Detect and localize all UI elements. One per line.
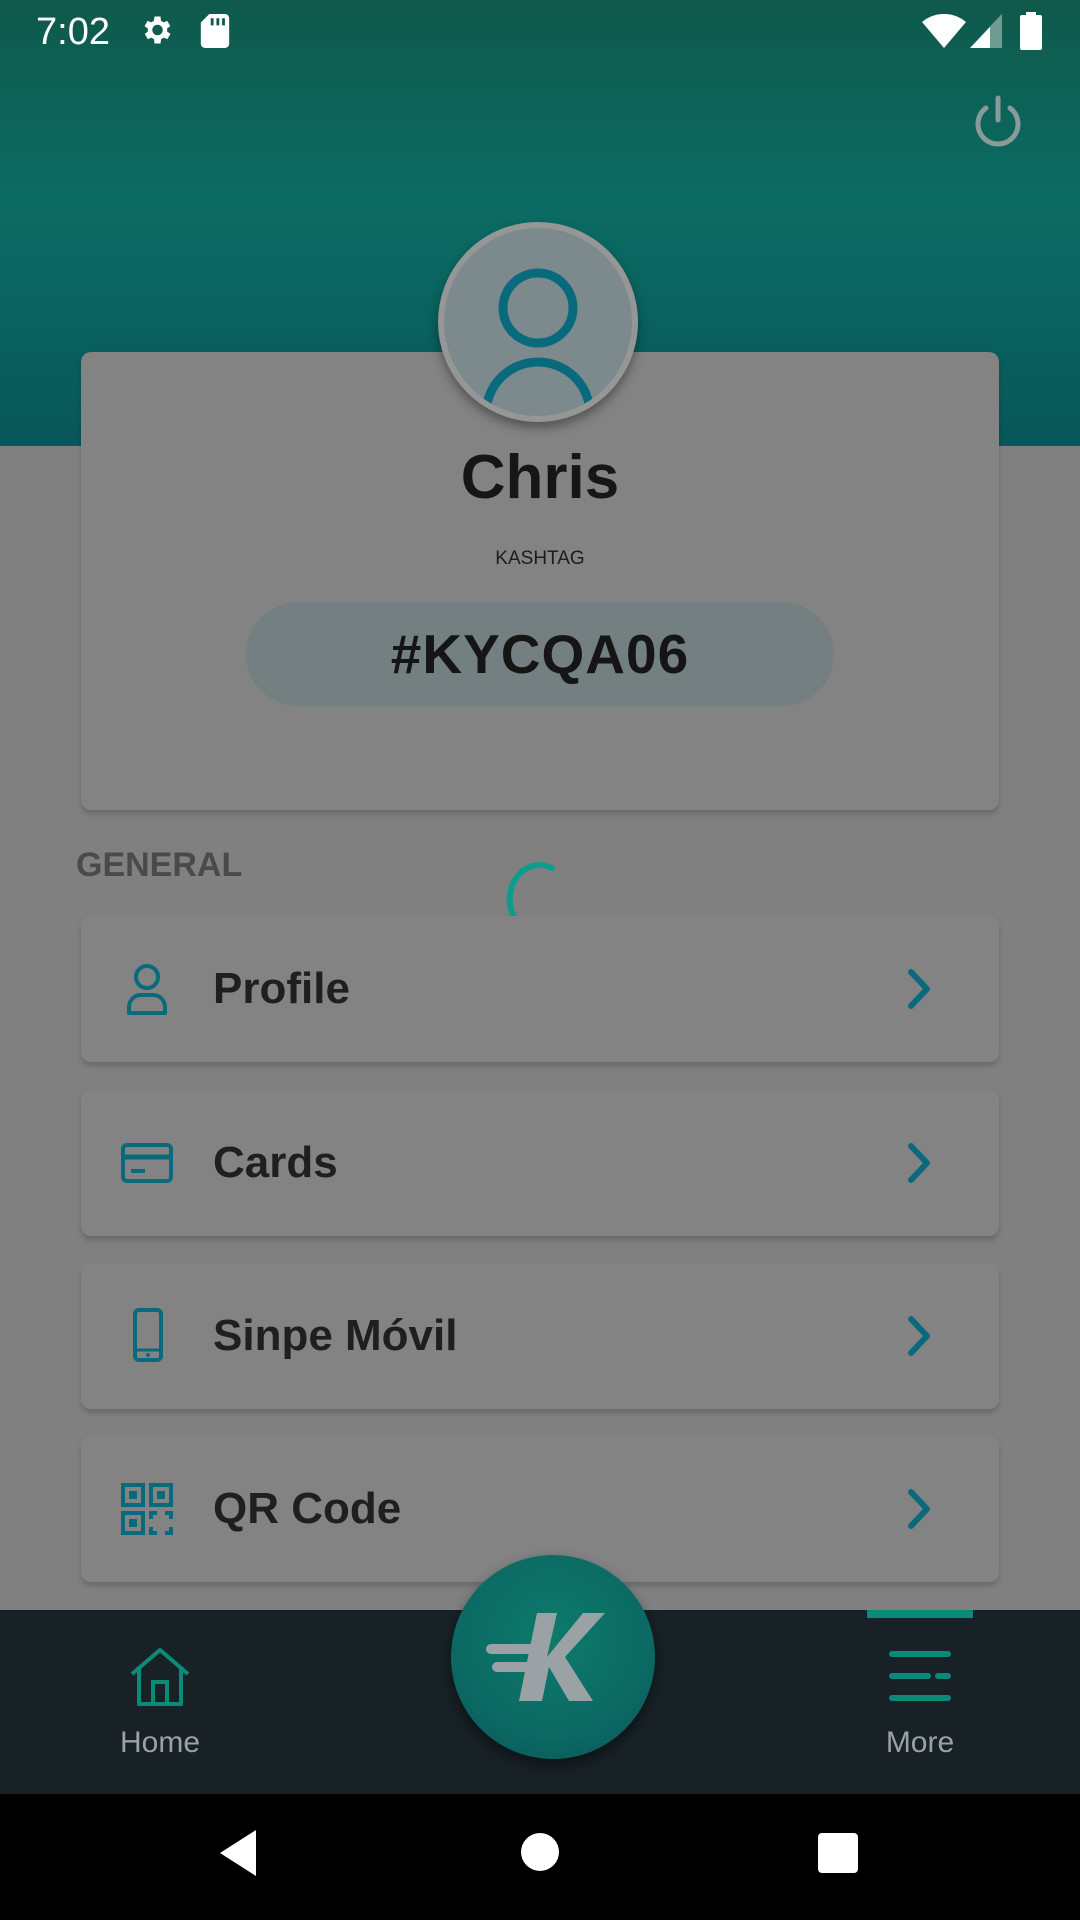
kashtag-value[interactable]: #KYCQA06 (246, 602, 834, 706)
battery-icon (1020, 12, 1042, 50)
kash-logo-button[interactable] (451, 1555, 655, 1759)
user-avatar-icon (481, 268, 595, 415)
menu-item-label: Sinpe Móvil (213, 1311, 458, 1360)
wifi-icon (922, 14, 966, 48)
qr-code-icon (121, 1483, 173, 1535)
status-bar: 7:02 (0, 0, 1080, 64)
chevron-right-icon (908, 969, 930, 1009)
power-icon (975, 95, 1021, 147)
chevron-right-icon (908, 1143, 930, 1183)
menu-item-label: QR Code (213, 1484, 402, 1533)
nav-item-more[interactable]: More (810, 1610, 1030, 1794)
avatar[interactable] (438, 222, 638, 422)
user-name: Chris (460, 443, 620, 512)
kash-logo-icon (486, 1613, 605, 1701)
status-time: 7:02 (36, 11, 110, 53)
signal-icon (970, 14, 1002, 48)
phone-icon (133, 1308, 163, 1362)
nav-label-more: More (885, 1726, 955, 1759)
system-nav-bar (0, 1794, 1080, 1920)
chevron-right-icon (908, 1489, 930, 1529)
power-button[interactable] (968, 92, 1028, 152)
card-icon (121, 1143, 173, 1183)
settings-gear-icon (144, 16, 171, 44)
home-circle-icon[interactable] (520, 1832, 560, 1872)
chevron-right-icon (908, 1316, 930, 1356)
menu-item-profile[interactable]: Profile (81, 916, 999, 1062)
section-title-general: GENERAL (76, 846, 243, 884)
nav-label-home: Home (119, 1726, 201, 1759)
menu-item-cards[interactable]: Cards (81, 1090, 999, 1236)
back-icon[interactable] (216, 1828, 260, 1878)
menu-item-label: Profile (213, 964, 350, 1013)
sd-card-icon (200, 14, 230, 48)
recents-square-icon[interactable] (817, 1832, 859, 1874)
menu-item-sinpe-movil[interactable]: Sinpe Móvil (81, 1263, 999, 1409)
menu-item-label: Cards (213, 1138, 338, 1187)
nav-item-home[interactable]: Home (50, 1610, 270, 1794)
home-icon (130, 1648, 190, 1706)
person-icon (127, 964, 167, 1015)
kashtag-label: KASHTAG (495, 548, 585, 569)
menu-lines-icon (889, 1651, 951, 1701)
